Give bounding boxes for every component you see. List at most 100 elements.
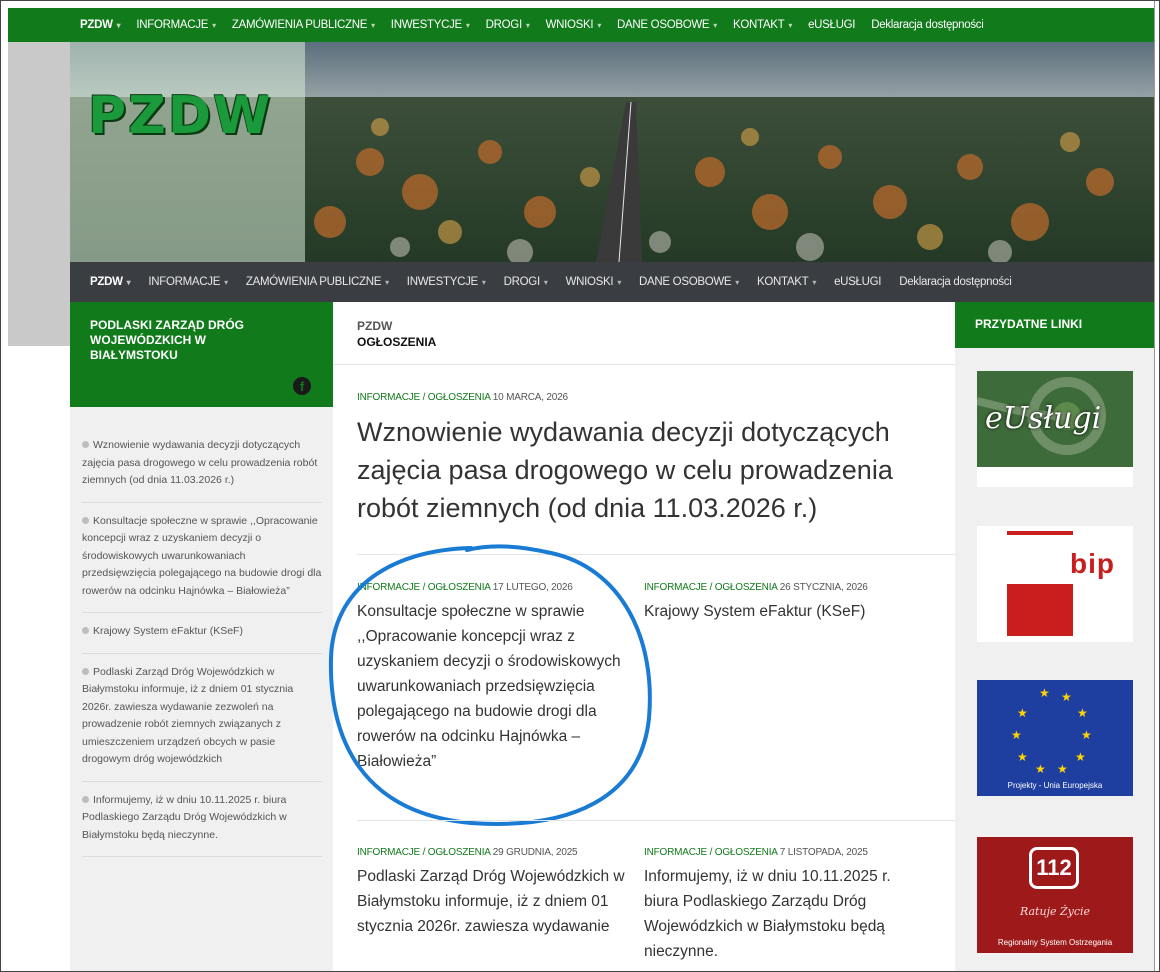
subnav-item-dane-osobowe[interactable]: DANE OSOBOWE ▾ [639,276,739,288]
organization-title: PODLASKI ZARZĄD DRÓG WOJEWÓDZKICH W BIAŁ… [90,318,244,362]
star-icon: ★ [1017,706,1028,720]
star-icon: ★ [1077,706,1088,720]
post-meta: INFORMACJE / OGŁOSZENIA 10 MARCA, 2026 [357,392,937,403]
post-category[interactable]: INFORMACJE / OGŁOSZENIA [357,847,490,858]
subnav-item-pzdw[interactable]: PZDW ▾ [90,276,131,288]
list-item[interactable]: Krajowy System eFaktur (KSeF) [82,613,322,654]
eu-projects-banner[interactable]: ★ ★ ★ ★ ★ ★ ★ ★ ★ ★ Projekty - Unia Euro… [977,680,1133,796]
subnav-item-wnioski[interactable]: WNIOSKI ▾ [565,276,622,288]
nav-item-drogi[interactable]: DROGI ▾ [486,19,530,31]
nav-item-pzdw[interactable]: PZDW ▾ [80,19,121,31]
post-card: INFORMACJE / OGŁOSZENIA 29 GRUDNIA, 2025… [357,847,627,939]
subnav-item-kontakt[interactable]: KONTAKT ▾ [757,276,816,288]
nav-item-deklaracja[interactable]: Deklaracja dostępności [871,19,984,31]
nav-label: PZDW [90,276,123,288]
post-title[interactable]: Wznowienie wydawania decyzji dotyczących… [357,413,937,527]
post-title[interactable]: Podlaski Zarząd Dróg Wojewódzkich w Biał… [357,864,627,939]
bip-logo-bar [1007,531,1073,535]
post-category[interactable]: INFORMACJE / OGŁOSZENIA [357,582,490,593]
useful-links-title: PRZYDATNE LINKI [955,302,1154,348]
divider [357,554,960,555]
list-item-link[interactable]: Informujemy, iż w dniu 10.11.2025 r. biu… [82,794,287,841]
nav-item-informacje[interactable]: INFORMACJE ▾ [136,19,216,31]
subnav-item-deklaracja[interactable]: Deklaracja dostępności [899,276,1012,288]
secondary-navigation: PZDW ▾ INFORMACJE ▾ ZAMÓWIENIA PUBLICZNE ▾ … [70,262,1154,302]
list-item-link[interactable]: Krajowy System eFaktur (KSeF) [93,625,243,637]
chevron-down-icon: ▾ [543,277,548,287]
chevron-down-icon: ▾ [481,277,486,287]
rso-banner[interactable]: 112 Ratuje Życie Regionalny System Ostrz… [977,837,1133,953]
chevron-down-icon: ▾ [212,20,216,30]
nav-label: DANE OSOBOWE [617,19,710,31]
list-item[interactable]: Podlaski Zarząd Dróg Wojewódzkich w Biał… [82,654,322,782]
list-item-link[interactable]: Podlaski Zarząd Dróg Wojewódzkich w Biał… [82,666,293,766]
post-title[interactable]: Informujemy, iż w dniu 10.11.2025 r. biu… [644,864,914,964]
pzdw-logo[interactable]: PZDW [88,86,272,146]
nav-label: KONTAKT [733,19,785,31]
divider [333,364,955,365]
euslugi-logo-text: eUsługi [985,401,1102,436]
list-item[interactable]: Informujemy, iż w dniu 10.11.2025 r. biu… [82,782,322,857]
chevron-down-icon: ▾ [525,20,530,30]
post-category[interactable]: INFORMACJE / OGŁOSZENIA [644,582,777,593]
list-item[interactable]: Konsultacje społeczne w sprawie ,,Opraco… [82,503,322,613]
nav-label: INFORMACJE [136,19,209,31]
subnav-item-inwestycje[interactable]: INWESTYCJE ▾ [407,276,486,288]
list-item-link[interactable]: Wznowienie wydawania decyzji dotyczących… [82,439,317,486]
breadcrumb-parent[interactable]: PZDW [357,318,436,334]
star-icon: ★ [1039,686,1050,700]
post-card: INFORMACJE / OGŁOSZENIA 7 LISTOPADA, 202… [644,847,914,964]
star-icon: ★ [1011,728,1022,742]
subnav-item-drogi[interactable]: DROGI ▾ [504,276,548,288]
post-card: INFORMACJE / OGŁOSZENIA 26 STYCZNIA, 202… [644,582,914,624]
post-title[interactable]: Konsultacje społeczne w sprawie ,,Opraco… [357,599,627,774]
facebook-icon[interactable]: f [293,377,311,395]
rso-caption: Regionalny System Ostrzegania [997,938,1113,947]
nav-label: INWESTYCJE [390,19,462,31]
left-gutter [8,42,70,346]
post-date: 17 LUTEGO, 2026 [492,582,573,593]
euslugi-banner[interactable]: eUsługi [977,371,1133,487]
chevron-down-icon: ▾ [617,277,622,287]
chevron-down-icon: ▾ [713,20,717,30]
post-meta: INFORMACJE / OGŁOSZENIA 26 STYCZNIA, 202… [644,582,914,593]
nav-item-wnioski[interactable]: WNIOSKI ▾ [545,19,602,31]
right-sidebar: PRZYDATNE LINKI eUsługi bip ★ ★ ★ ★ ★ ★ … [955,302,1154,972]
nav-item-inwestycje[interactable]: INWESTYCJE ▾ [391,19,470,31]
post-date: 29 GRUDNIA, 2025 [492,847,578,858]
nav-label: INFORMACJE [148,276,221,288]
list-item-link[interactable]: Konsultacje społeczne w sprawie ,,Opraco… [82,515,321,597]
nav-item-zamowienia[interactable]: ZAMÓWIENIA PUBLICZNE ▾ [232,19,375,31]
chevron-down-icon: ▾ [385,277,389,287]
eu-projects-caption: Projekty - Unia Europejska [1007,781,1103,790]
post-category[interactable]: INFORMACJE / OGŁOSZENIA [357,392,490,403]
organization-box: PODLASKI ZARZĄD DRÓG WOJEWÓDZKICH W BIAŁ… [70,302,333,407]
top-navigation: PZDW ▾ INFORMACJE ▾ ZAMÓWIENIA PUBLICZNE ▾ … [8,8,1154,42]
star-icon: ★ [1035,762,1046,776]
bullet-icon [82,795,89,803]
bip-banner[interactable]: bip [977,526,1133,642]
nav-label: Deklaracja dostępności [899,276,1012,288]
nav-item-dane-osobowe[interactable]: DANE OSOBOWE ▾ [617,19,717,31]
nav-label: eUSŁUGI [808,19,856,31]
list-item[interactable]: Wznowienie wydawania decyzji dotyczących… [82,427,322,503]
post-category[interactable]: INFORMACJE / OGŁOSZENIA [644,847,777,858]
nav-label: WNIOSKI [545,19,594,31]
nav-item-euslugi[interactable]: eUSŁUGI [808,19,855,31]
post-title[interactable]: Krajowy System eFaktur (KSeF) [644,599,914,624]
nav-item-kontakt[interactable]: KONTAKT ▾ [733,19,792,31]
page-title: OGŁOSZENIA [357,335,437,349]
nav-label: KONTAKT [757,276,809,288]
nav-label: ZAMÓWIENIA PUBLICZNE [245,276,382,288]
chevron-down-icon: ▾ [116,20,121,30]
chevron-down-icon: ▾ [224,277,228,287]
window-scrollbar-edge [1154,0,1160,972]
nav-label: ZAMÓWIENIA PUBLICZNE [231,19,368,31]
subnav-item-informacje[interactable]: INFORMACJE ▾ [148,276,228,288]
post-meta: INFORMACJE / OGŁOSZENIA 29 GRUDNIA, 2025 [357,847,627,858]
chevron-down-icon: ▾ [788,20,793,30]
nav-label: WNIOSKI [565,276,614,288]
subnav-item-zamowienia[interactable]: ZAMÓWIENIA PUBLICZNE ▾ [246,276,389,288]
subnav-item-euslugi[interactable]: eUSŁUGI [834,276,881,288]
recent-posts-list: Wznowienie wydawania decyzji dotyczących… [82,427,322,857]
